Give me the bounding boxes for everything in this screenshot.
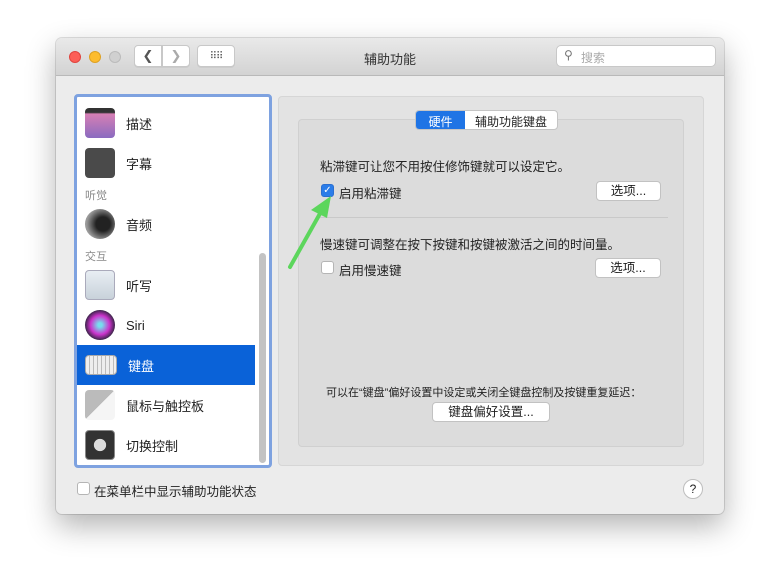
green-arrow-annotation [288, 196, 331, 269]
